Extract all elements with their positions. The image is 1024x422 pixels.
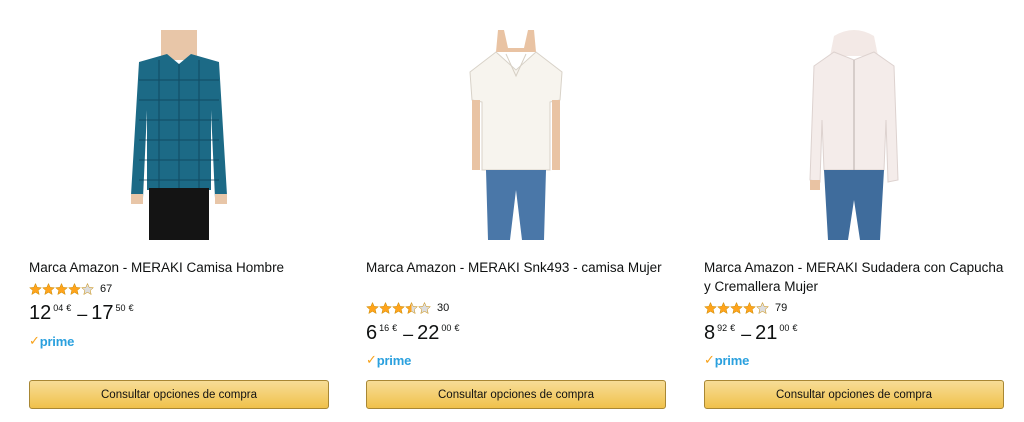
star-rating-icon	[704, 302, 769, 314]
price-low-fraction: 92	[717, 323, 728, 333]
product-image-men-shirt[interactable]	[29, 30, 329, 240]
star-rating-icon	[366, 302, 431, 314]
star-half-icon	[405, 302, 418, 314]
product-image-women-hoodie[interactable]	[704, 30, 1004, 240]
see-buying-options-button[interactable]: Consultar opciones de compra	[704, 380, 1004, 409]
star-full-icon	[68, 283, 81, 295]
price-range: 12 04 € – 17 50 €	[29, 302, 134, 326]
currency-symbol: €	[792, 323, 798, 333]
product-card: Marca Amazon - MERAKI Sudadera con Capuc…	[704, 0, 1004, 422]
price-high-fraction: 50	[115, 303, 126, 313]
prime-label: prime	[376, 353, 412, 368]
prime-check-icon: ✓	[366, 352, 377, 367]
price-high-fraction: 00	[779, 323, 790, 333]
prime-label: prime	[39, 334, 75, 349]
star-empty-icon	[418, 302, 431, 314]
product-title[interactable]: Marca Amazon - MERAKI Sudadera con Capuc…	[704, 258, 1004, 296]
product-grid: Marca Amazon - MERAKI Camisa Hombre 67 1…	[0, 0, 1024, 422]
price-high-whole: 17	[91, 302, 114, 324]
product-card: Marca Amazon - MERAKI Camisa Hombre 67 1…	[29, 0, 329, 422]
currency-symbol: €	[454, 323, 460, 333]
rating[interactable]: 79	[704, 302, 787, 314]
star-empty-icon	[81, 283, 94, 295]
prime-badge: ✓ prime	[366, 352, 411, 368]
prime-badge: ✓ prime	[704, 352, 749, 368]
currency-symbol: €	[128, 303, 134, 313]
price-low-fraction: 04	[53, 303, 64, 313]
star-full-icon	[392, 302, 405, 314]
price-low-whole: 6	[366, 322, 378, 344]
price-range: 6 16 € – 22 00 €	[366, 322, 459, 346]
star-rating-icon	[29, 283, 94, 295]
see-buying-options-button[interactable]: Consultar opciones de compra	[366, 380, 666, 409]
price-high-whole: 22	[417, 322, 440, 344]
star-full-icon	[704, 302, 717, 314]
star-full-icon	[366, 302, 379, 314]
price-separator: –	[77, 304, 88, 324]
see-buying-options-button[interactable]: Consultar opciones de compra	[29, 380, 329, 409]
price-high-fraction: 00	[441, 323, 452, 333]
prime-badge: ✓ prime	[29, 333, 74, 349]
star-full-icon	[717, 302, 730, 314]
price-low-whole: 8	[704, 322, 716, 344]
star-full-icon	[379, 302, 392, 314]
product-card: Marca Amazon - MERAKI Snk493 - camisa Mu…	[366, 0, 666, 422]
star-full-icon	[29, 283, 42, 295]
prime-label: prime	[714, 353, 750, 368]
currency-symbol: €	[66, 303, 72, 313]
price-high-whole: 21	[755, 322, 778, 344]
price-low-fraction: 16	[379, 323, 390, 333]
review-count[interactable]: 67	[100, 283, 112, 295]
price-separator: –	[741, 324, 752, 344]
product-title[interactable]: Marca Amazon - MERAKI Snk493 - camisa Mu…	[366, 258, 666, 277]
prime-check-icon: ✓	[29, 333, 40, 348]
currency-symbol: €	[392, 323, 398, 333]
product-image-women-blouse[interactable]	[366, 30, 666, 240]
star-full-icon	[743, 302, 756, 314]
currency-symbol: €	[730, 323, 736, 333]
star-full-icon	[55, 283, 68, 295]
review-count[interactable]: 30	[437, 302, 449, 314]
review-count[interactable]: 79	[775, 302, 787, 314]
price-low-whole: 12	[29, 302, 52, 324]
star-empty-icon	[756, 302, 769, 314]
prime-check-icon: ✓	[704, 352, 715, 367]
rating[interactable]: 67	[29, 283, 112, 295]
star-full-icon	[42, 283, 55, 295]
price-separator: –	[403, 324, 414, 344]
price-range: 8 92 € – 21 00 €	[704, 322, 797, 346]
star-full-icon	[730, 302, 743, 314]
rating[interactable]: 30	[366, 302, 449, 314]
product-title[interactable]: Marca Amazon - MERAKI Camisa Hombre	[29, 258, 329, 277]
